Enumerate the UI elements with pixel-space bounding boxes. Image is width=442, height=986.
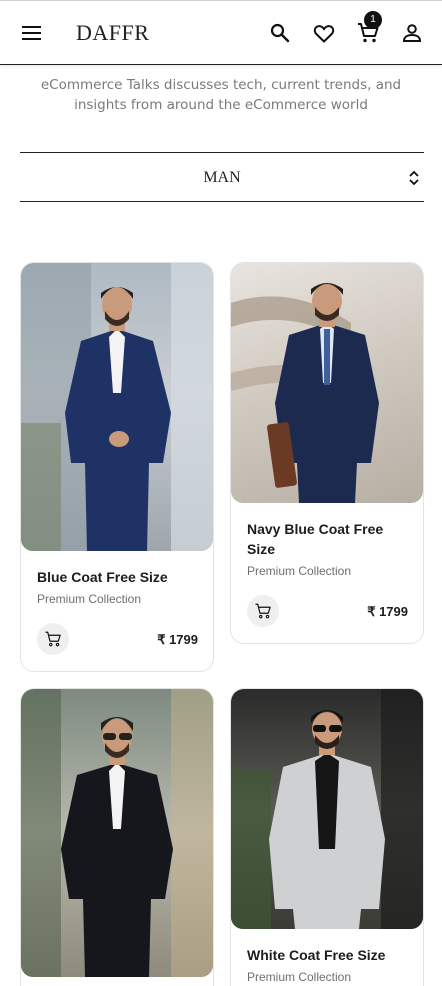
brand-logo[interactable]: DAFFR bbox=[76, 20, 149, 46]
product-price: ₹ 1799 bbox=[367, 604, 408, 619]
top-header: DAFFR 1 bbox=[0, 0, 442, 65]
product-photo bbox=[231, 689, 423, 929]
search-icon bbox=[270, 23, 290, 43]
product-image[interactable] bbox=[21, 263, 213, 551]
tagline-text: eCommerce Talks discusses tech, current … bbox=[40, 77, 402, 113]
cart-count-badge: 1 bbox=[364, 11, 382, 29]
product-image[interactable] bbox=[231, 689, 423, 929]
add-to-cart-button[interactable] bbox=[247, 595, 279, 627]
menu-button[interactable] bbox=[20, 21, 44, 45]
product-photo bbox=[21, 263, 213, 551]
menu-icon bbox=[22, 26, 41, 40]
wishlist-button[interactable] bbox=[312, 21, 336, 45]
search-button[interactable] bbox=[268, 21, 292, 45]
cart-icon bbox=[255, 603, 271, 619]
category-select-value: MAN bbox=[203, 169, 241, 186]
product-subtitle: Premium Collection bbox=[247, 564, 352, 578]
add-to-cart-button[interactable] bbox=[37, 623, 69, 655]
product-card[interactable]: White Coat Free Size Premium Collection bbox=[230, 688, 424, 986]
product-title[interactable]: Navy Blue Coat Free Size bbox=[247, 519, 412, 559]
product-card[interactable]: Navy Blue Coat Free Size Premium Collect… bbox=[230, 262, 424, 644]
account-button[interactable] bbox=[400, 21, 424, 45]
heart-icon bbox=[313, 25, 335, 43]
product-card[interactable] bbox=[20, 688, 214, 986]
chevron-updown-icon bbox=[409, 170, 419, 186]
product-photo bbox=[231, 283, 379, 503]
cart-icon bbox=[45, 631, 61, 647]
product-subtitle: Premium Collection bbox=[247, 970, 352, 984]
product-title[interactable]: Blue Coat Free Size bbox=[37, 567, 202, 587]
product-card[interactable]: Blue Coat Free Size Premium Collection ₹… bbox=[20, 262, 214, 672]
product-image[interactable] bbox=[21, 689, 213, 977]
category-select[interactable]: MAN bbox=[20, 152, 424, 202]
product-photo bbox=[21, 689, 213, 977]
user-icon bbox=[402, 24, 422, 42]
product-title[interactable]: White Coat Free Size bbox=[247, 945, 412, 965]
product-image[interactable] bbox=[231, 263, 423, 503]
product-subtitle: Premium Collection bbox=[37, 592, 142, 606]
product-price: ₹ 1799 bbox=[157, 632, 198, 647]
